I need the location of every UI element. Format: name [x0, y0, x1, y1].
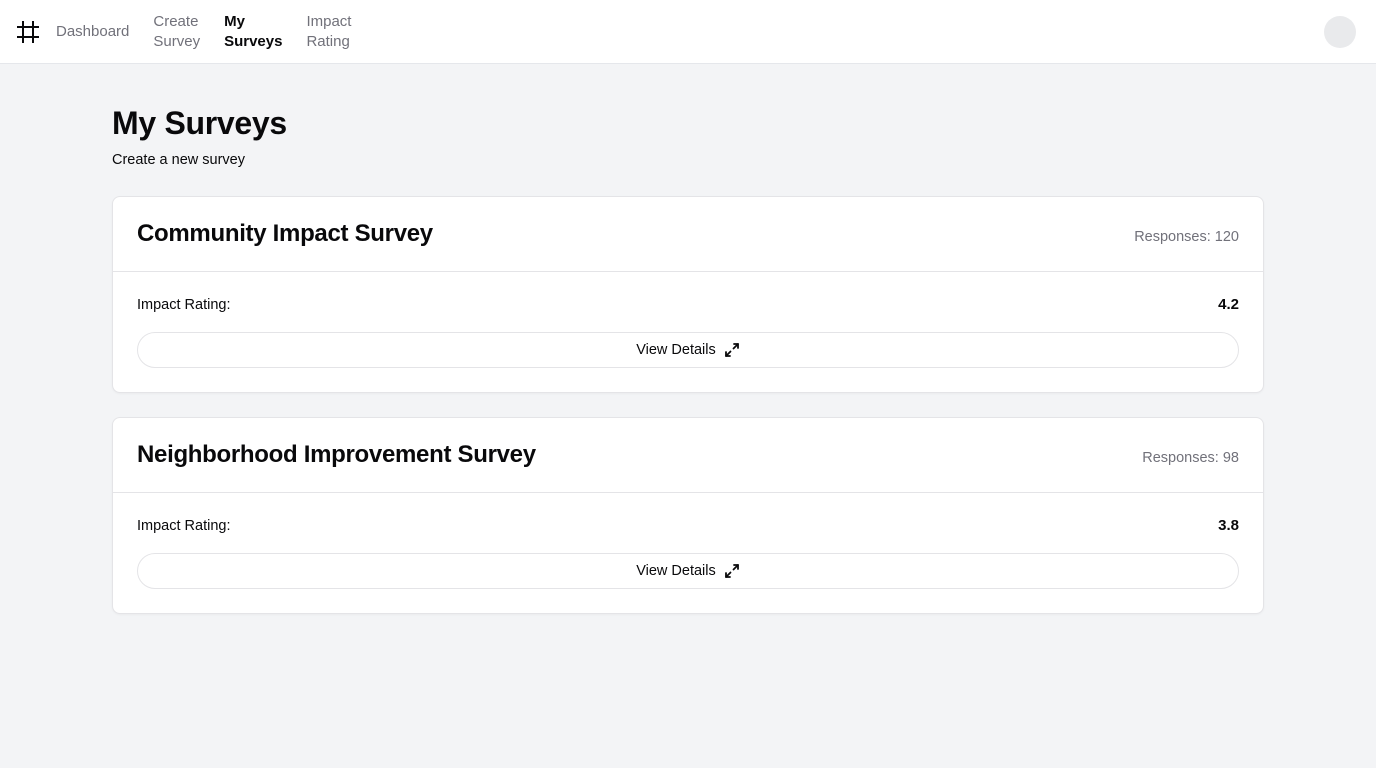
nav-link-dashboard[interactable]: Dashboard: [56, 22, 129, 42]
top-navigation-bar: Dashboard Create Survey My Surveys Impac…: [0, 0, 1376, 64]
impact-rating-row: Impact Rating: 3.8: [137, 516, 1239, 536]
impact-rating-value: 4.2: [1218, 296, 1239, 313]
nav-link-label: Impact: [306, 13, 352, 30]
expand-arrows-icon: [724, 343, 739, 357]
nav-link-label: Create: [153, 13, 199, 30]
impact-rating-label: Impact Rating:: [137, 297, 231, 313]
impact-rating-label: Impact Rating:: [137, 518, 231, 534]
nav-link-label: Surveys: [224, 33, 283, 50]
nav-link-label: My: [224, 13, 245, 30]
main-content: My Surveys Create a new survey Community…: [112, 104, 1264, 638]
page-title: My Surveys: [112, 105, 287, 141]
survey-title: Neighborhood Improvement Survey: [137, 441, 536, 468]
survey-title: Community Impact Survey: [137, 220, 433, 247]
survey-responses-count: Responses: 120: [1134, 229, 1239, 245]
survey-card-header: Community Impact Survey Responses: 120: [113, 197, 1263, 272]
user-avatar-icon[interactable]: [1324, 16, 1356, 48]
impact-rating-row: Impact Rating: 4.2: [137, 295, 1239, 315]
survey-list: Community Impact Survey Responses: 120 I…: [112, 196, 1264, 614]
nav-link-label: Dashboard: [56, 23, 130, 40]
view-details-button[interactable]: View Details: [137, 332, 1239, 368]
nav-link-label: Rating: [306, 33, 350, 50]
nav-link-impact-rating[interactable]: Impact Rating: [306, 12, 351, 52]
nav-link-label: Survey: [153, 33, 201, 50]
hash-icon[interactable]: [16, 20, 40, 44]
survey-responses-count: Responses: 98: [1142, 450, 1239, 466]
page-subtitle: Create a new survey: [112, 152, 245, 168]
view-details-label: View Details: [636, 342, 716, 358]
nav-link-create-survey[interactable]: Create Survey: [153, 12, 200, 52]
view-details-button[interactable]: View Details: [137, 553, 1239, 589]
impact-rating-value: 3.8: [1218, 517, 1239, 534]
expand-arrows-icon: [724, 564, 739, 578]
survey-card-header: Neighborhood Improvement Survey Response…: [113, 418, 1263, 493]
view-details-label: View Details: [636, 563, 716, 579]
survey-card: Neighborhood Improvement Survey Response…: [112, 417, 1264, 614]
survey-card: Community Impact Survey Responses: 120 I…: [112, 196, 1264, 393]
nav-link-my-surveys[interactable]: My Surveys: [224, 12, 282, 52]
main-nav: Dashboard Create Survey My Surveys Impac…: [56, 12, 375, 52]
